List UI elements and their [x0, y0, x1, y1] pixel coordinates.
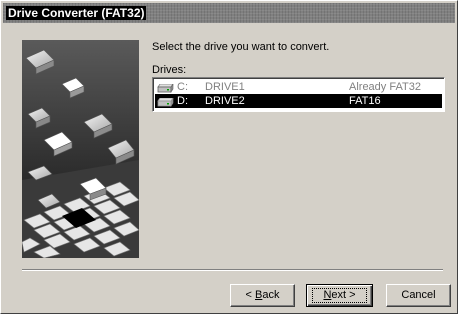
next-button-rest: ext > — [331, 289, 356, 301]
hard-drive-icon — [157, 97, 174, 107]
drive-letter: D: — [177, 95, 188, 107]
drive-letter: C: — [177, 81, 188, 93]
drives-listbox[interactable]: C: DRIVE1 Already FAT32 D: DRIVE2 FAT16 — [152, 77, 445, 112]
drive-converter-window: Drive Converter (FAT32) Select the drive… — [0, 0, 458, 314]
hard-drive-icon — [157, 83, 174, 93]
back-button-prefix: < — [245, 289, 255, 301]
drives-label: Drives: — [152, 64, 187, 76]
button-separator — [22, 269, 443, 271]
next-button-focus: Next > — [312, 288, 367, 303]
drive-row-c[interactable]: C: DRIVE1 Already FAT32 — [155, 80, 442, 94]
back-button[interactable]: < Back — [230, 284, 295, 307]
instruction-text: Select the drive you want to convert. — [152, 41, 330, 53]
drive-status: Already FAT32 — [349, 81, 421, 93]
title-bar[interactable]: Drive Converter (FAT32) — [3, 3, 455, 23]
floating-blocks-illustration-icon — [22, 40, 139, 258]
cancel-button[interactable]: Cancel — [386, 284, 451, 307]
window-title: Drive Converter (FAT32) — [6, 6, 147, 20]
drive-name: DRIVE1 — [205, 81, 245, 93]
drive-status: FAT16 — [349, 95, 381, 107]
back-button-rest: ack — [262, 289, 280, 301]
wizard-illustration — [22, 40, 139, 258]
next-button[interactable]: Next > — [306, 284, 373, 307]
drive-row-d[interactable]: D: DRIVE2 FAT16 — [155, 94, 442, 108]
drive-name: DRIVE2 — [205, 95, 245, 107]
